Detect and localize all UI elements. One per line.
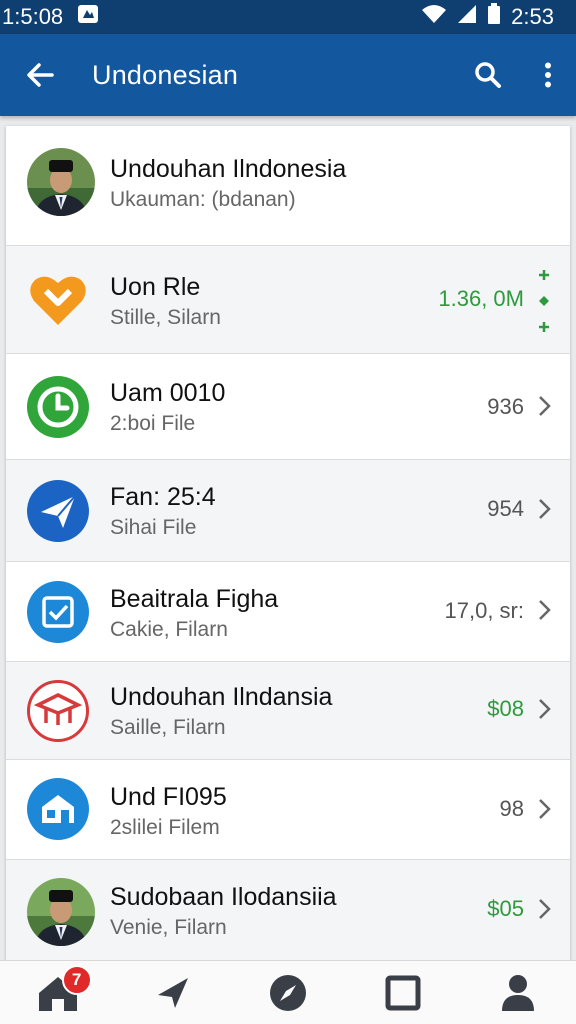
contact-name: Beaitrala Figha bbox=[110, 585, 279, 613]
chevron-right-icon[interactable] bbox=[536, 897, 552, 921]
compass-icon bbox=[269, 974, 306, 1011]
nav-profile[interactable] bbox=[478, 961, 558, 1024]
amount-value: 98 bbox=[499, 796, 524, 821]
list-item[interactable]: Uam 0010 2:boi File 936 bbox=[6, 354, 570, 460]
send-icon bbox=[27, 480, 89, 542]
contact-subtitle: 2slilei Filem bbox=[110, 816, 220, 839]
contact-subtitle: 2:boi File bbox=[110, 412, 196, 435]
contact-name: Uam 0010 bbox=[110, 379, 226, 407]
chevron-right-icon[interactable] bbox=[536, 797, 552, 821]
amount-value: 17,0, sr: bbox=[444, 598, 524, 623]
contact-name: Und FI095 bbox=[110, 783, 227, 811]
nav-send[interactable] bbox=[133, 961, 213, 1024]
nav-home[interactable]: 7 bbox=[18, 961, 98, 1024]
graduation-icon bbox=[27, 680, 89, 742]
user-icon bbox=[502, 974, 535, 1011]
list-item[interactable]: Sudobaan Ilodansiia Venie, Filarn $05 bbox=[6, 860, 570, 966]
bottom-navigation: 7 bbox=[0, 960, 576, 1024]
nav-pages[interactable] bbox=[363, 961, 443, 1024]
list-item[interactable]: Undouhan Ilndonesia Ukauman: (bdanan) bbox=[6, 126, 570, 246]
amount-value: $08 bbox=[487, 696, 524, 721]
contact-subtitle: Venie, Filarn bbox=[110, 916, 227, 939]
amount-value: 936 bbox=[487, 394, 524, 419]
sparkle-icon bbox=[539, 270, 549, 332]
contact-subtitle: Cakie, Filarn bbox=[110, 618, 228, 641]
more-vertical-icon bbox=[545, 62, 551, 88]
chevron-right-icon[interactable] bbox=[536, 697, 552, 721]
list-item[interactable]: Undouhan Ilndansia Saille, Filarn $08 bbox=[6, 662, 570, 760]
avatar bbox=[27, 148, 95, 216]
search-icon bbox=[475, 62, 501, 88]
chevron-right-icon[interactable] bbox=[536, 394, 552, 418]
heart-icon bbox=[27, 269, 89, 331]
check-icon bbox=[27, 581, 89, 643]
contact-name: Sudobaan Ilodansiia bbox=[110, 883, 337, 911]
arrow-left-icon bbox=[27, 63, 54, 87]
signal-icon bbox=[457, 4, 477, 30]
status-bar: 1:5:08 2:53 bbox=[0, 0, 576, 34]
more-options-button[interactable] bbox=[520, 34, 576, 116]
amount-value: 954 bbox=[487, 496, 524, 521]
list-item[interactable]: Und FI095 2slilei Filem 98 bbox=[6, 760, 570, 860]
amount-value: 1.36, 0M bbox=[438, 286, 524, 311]
chevron-right-icon[interactable] bbox=[536, 598, 552, 622]
navigation-arrow-icon bbox=[157, 977, 188, 1008]
contact-name: Uon Rle bbox=[110, 273, 201, 301]
amount-value: $05 bbox=[487, 896, 524, 921]
list-item[interactable]: Uon Rle Stille, Silarn 1.36, 0M bbox=[6, 246, 570, 354]
notification-badge: 7 bbox=[61, 964, 92, 995]
contact-subtitle: Ukauman: (bdanan) bbox=[110, 188, 296, 211]
nav-explore[interactable] bbox=[248, 961, 328, 1024]
contact-name: Fan: 25:4 bbox=[110, 483, 216, 511]
search-button[interactable] bbox=[456, 34, 520, 116]
contact-name: Undouhan Ilndansia bbox=[110, 683, 333, 711]
square-icon bbox=[385, 975, 421, 1010]
contact-name: Undouhan Ilndonesia bbox=[110, 155, 347, 183]
contact-subtitle: Sihai File bbox=[110, 516, 197, 539]
wifi-icon bbox=[421, 4, 447, 30]
avatar bbox=[27, 878, 95, 946]
list-item[interactable]: Fan: 25:4 Sihai File 954 bbox=[6, 460, 570, 562]
contact-subtitle: Saille, Filarn bbox=[110, 716, 226, 739]
battery-icon bbox=[487, 3, 501, 31]
contact-subtitle: Stille, Silarn bbox=[110, 306, 221, 329]
back-button[interactable] bbox=[0, 34, 80, 116]
notification-icon bbox=[77, 4, 99, 30]
store-icon bbox=[27, 778, 89, 840]
list-item[interactable]: Beaitrala Figha Cakie, Filarn 17,0, sr: bbox=[6, 562, 570, 662]
contact-list: Undouhan Ilndonesia Ukauman: (bdanan) Uo… bbox=[6, 126, 570, 966]
chevron-right-icon[interactable] bbox=[536, 497, 552, 521]
clock-icon bbox=[27, 376, 89, 438]
app-bar: Undonesian bbox=[0, 34, 576, 116]
status-time-right: 2:53 bbox=[511, 4, 554, 29]
page-title: Undonesian bbox=[92, 59, 239, 90]
status-time-left: 1:5:08 bbox=[2, 4, 64, 29]
